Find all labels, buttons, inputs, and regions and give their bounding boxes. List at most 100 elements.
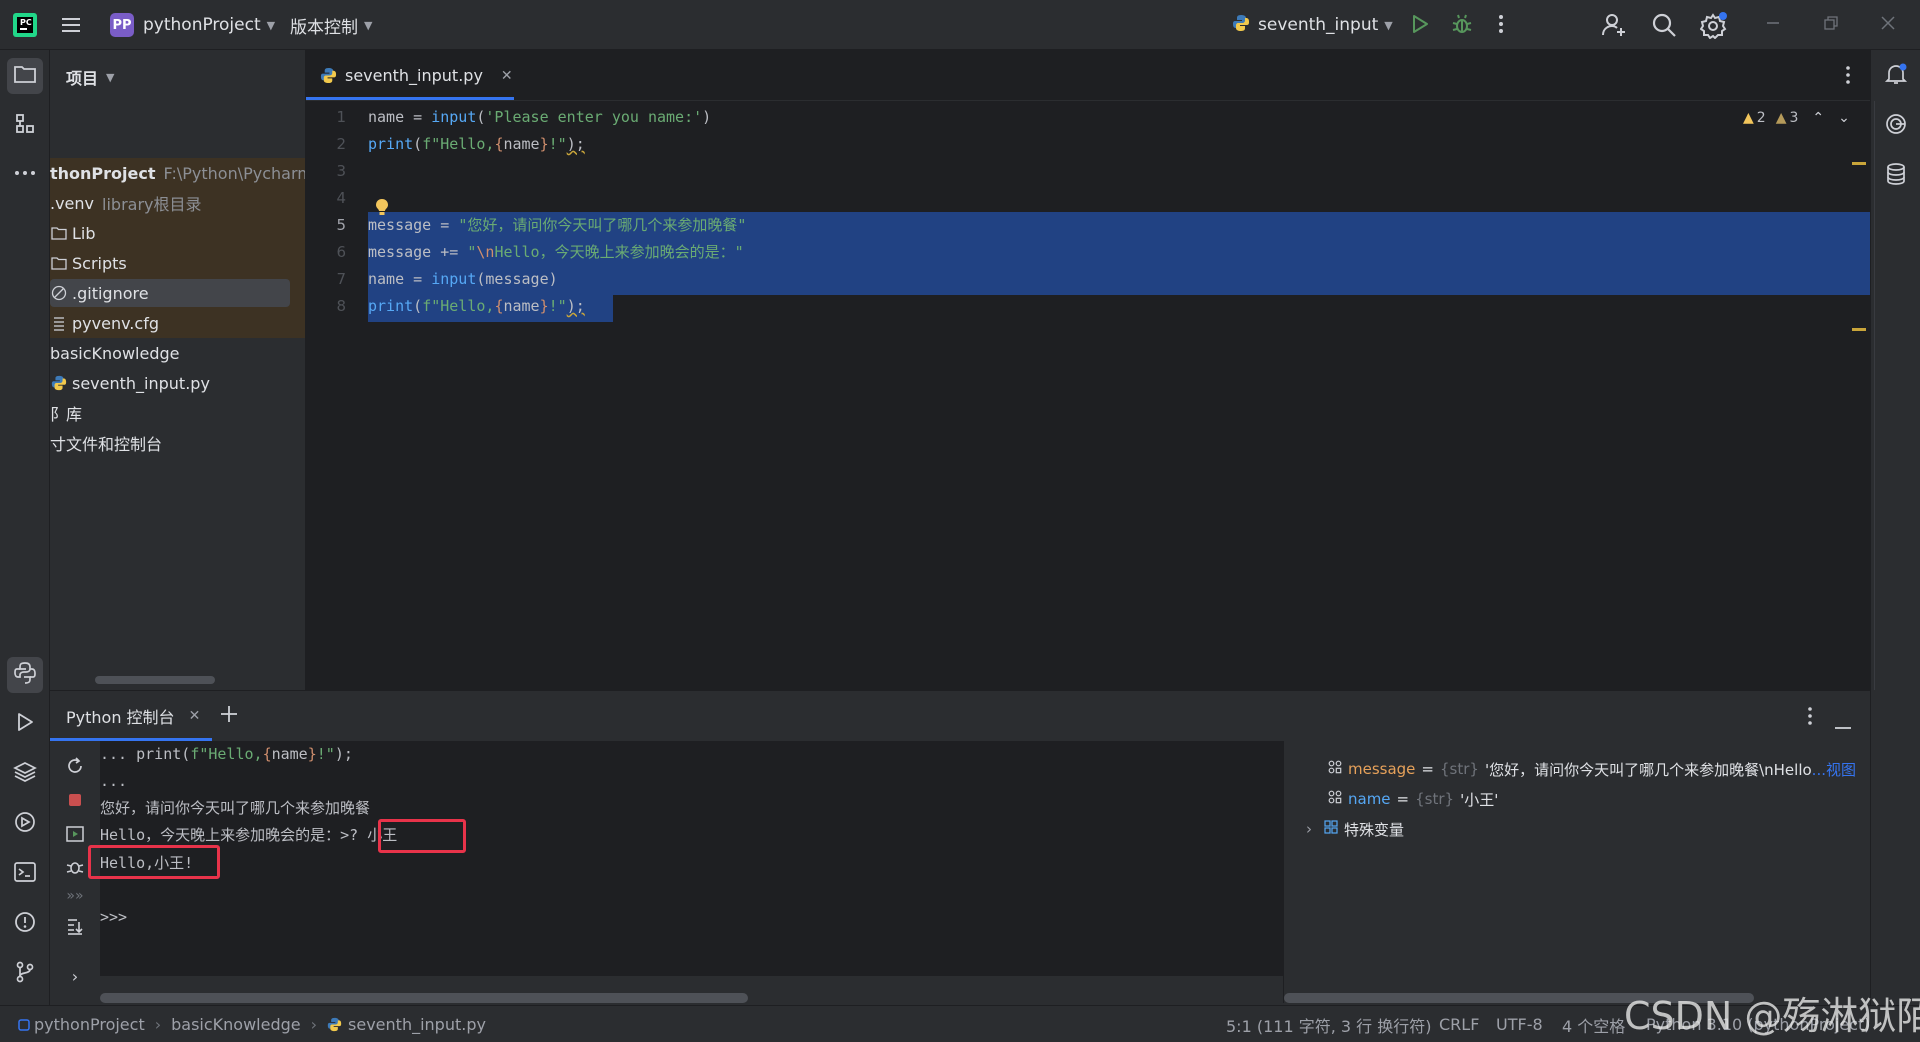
code-line-2: print(f"Hello,{name}!"); bbox=[368, 135, 585, 153]
tree-item-gitignore[interactable]: .gitignore bbox=[50, 278, 305, 308]
scrollbar-thumb[interactable] bbox=[100, 993, 748, 1003]
breadcrumb-item[interactable]: seventh_input.py bbox=[348, 1015, 486, 1034]
python-console-icon bbox=[13, 661, 37, 689]
tree-item-path: F:\Python\PycharmP bbox=[163, 163, 306, 183]
services-tool-button[interactable] bbox=[7, 806, 43, 842]
code-area[interactable]: name = input('Please enter you name:') p… bbox=[368, 101, 1870, 690]
console-options-icon[interactable] bbox=[1805, 705, 1815, 731]
more-actions-icon[interactable] bbox=[1496, 12, 1506, 36]
notifications-button[interactable] bbox=[1878, 58, 1914, 94]
console-tab-bar: Python 控制台 ✕ bbox=[50, 691, 1870, 741]
variable-icon bbox=[1328, 790, 1342, 808]
inspection-widget[interactable]: ▲ 2 ▲ 3 ⌃ ⌄ bbox=[1743, 110, 1850, 126]
caret-position[interactable]: 5:1 (111 字符, 3 行 换行符) bbox=[1226, 1006, 1431, 1042]
tree-item-venv[interactable]: .venv library根目录 bbox=[50, 188, 305, 218]
expand-chevron-icon[interactable]: › bbox=[62, 963, 88, 989]
ai-assistant-icon bbox=[1884, 112, 1908, 140]
console-output[interactable]: ... print(f"Hello,{name}!"); ... 您好，请问你今… bbox=[88, 741, 1324, 976]
indent-setting[interactable]: 4 个空格 bbox=[1562, 1006, 1625, 1042]
close-icon[interactable]: ✕ bbox=[501, 68, 513, 84]
structure-tool-button[interactable] bbox=[7, 108, 43, 144]
console-prompt: >>> bbox=[100, 908, 137, 926]
next-highlight-icon[interactable]: ⌄ bbox=[1838, 110, 1850, 126]
command-history-icon[interactable]: »» bbox=[62, 883, 88, 909]
warning-stripe-marker[interactable] bbox=[1852, 328, 1866, 331]
tree-item-seventh-input[interactable]: seventh_input.py bbox=[50, 368, 305, 398]
project-tool-button[interactable] bbox=[7, 58, 43, 94]
file-encoding[interactable]: UTF-8 bbox=[1496, 1006, 1543, 1042]
database-icon bbox=[1885, 162, 1907, 190]
database-button[interactable] bbox=[1878, 158, 1914, 194]
tree-item-label: basicKnowledge bbox=[50, 343, 180, 363]
python-file-icon bbox=[50, 374, 68, 392]
line-number: 7 bbox=[336, 270, 346, 288]
vcs-menu[interactable]: 版本控制 ▼ bbox=[290, 12, 372, 38]
tree-item-lib[interactable]: Lib bbox=[50, 218, 305, 248]
variable-eq: = bbox=[1396, 790, 1410, 808]
close-icon[interactable]: ✕ bbox=[189, 708, 201, 724]
tree-item-scripts[interactable]: Scripts bbox=[50, 248, 305, 278]
python-file-icon bbox=[320, 67, 337, 84]
project-name: pythonProject bbox=[143, 15, 261, 35]
right-tool-strip bbox=[1870, 50, 1920, 1005]
add-user-icon[interactable] bbox=[1601, 12, 1627, 38]
main-menu-icon[interactable] bbox=[60, 14, 82, 36]
project-panel: 项目 ▼ thonProject F:\Python\PycharmP .ven… bbox=[50, 50, 306, 690]
minimize-window-icon[interactable] bbox=[1765, 15, 1781, 31]
view-value-link[interactable]: ...视图 bbox=[1812, 759, 1856, 780]
variable-row-message[interactable]: message = {str} '您好，请问你今天叫了哪几个来参加晚餐\nHel… bbox=[1328, 754, 1856, 784]
run-tool-button[interactable] bbox=[7, 706, 43, 742]
run-config-selector[interactable]: seventh_input ▼ bbox=[1232, 12, 1393, 38]
hide-panel-icon[interactable] bbox=[1834, 715, 1852, 734]
project-panel-header[interactable]: 项目 ▼ bbox=[66, 62, 114, 92]
close-window-icon[interactable] bbox=[1880, 15, 1896, 31]
editor-more-icon[interactable] bbox=[1843, 64, 1853, 90]
restore-window-icon[interactable] bbox=[1823, 15, 1839, 31]
chevron-down-icon: ▼ bbox=[364, 18, 373, 32]
settings-gear-icon[interactable] bbox=[1700, 11, 1728, 39]
ai-assistant-button[interactable] bbox=[1878, 108, 1914, 144]
python-packages-tool-button[interactable] bbox=[7, 756, 43, 792]
problems-tool-button[interactable] bbox=[7, 906, 43, 942]
pycharm-logo[interactable]: PC bbox=[12, 12, 38, 38]
tab-label: Python 控制台 bbox=[66, 708, 175, 727]
line-number-gutter: 1 2 3 4 5 6 7 8 bbox=[306, 101, 368, 690]
terminal-tool-button[interactable] bbox=[7, 856, 43, 892]
breadcrumb-item[interactable]: basicKnowledge bbox=[171, 1015, 301, 1034]
execute-icon[interactable] bbox=[62, 821, 88, 847]
tree-item-scratches[interactable]: 寸文件和控制台 bbox=[50, 428, 305, 458]
previous-highlight-icon[interactable]: ⌃ bbox=[1812, 110, 1824, 126]
stop-icon[interactable] bbox=[62, 787, 88, 813]
warning-stripe-marker[interactable] bbox=[1852, 162, 1866, 165]
more-tools-button[interactable] bbox=[7, 154, 43, 190]
breadcrumb-item[interactable]: pythonProject bbox=[34, 1015, 145, 1034]
variable-row-name[interactable]: name = {str} '小王' bbox=[1328, 784, 1498, 814]
tab-seventh-input[interactable]: seventh_input.py ✕ bbox=[306, 50, 527, 101]
git-tool-button[interactable] bbox=[7, 956, 43, 992]
project-horizontal-scrollbar[interactable] bbox=[95, 676, 215, 684]
line-ending[interactable]: CRLF bbox=[1439, 1006, 1479, 1042]
add-console-icon[interactable] bbox=[218, 703, 240, 729]
search-icon[interactable] bbox=[1651, 12, 1677, 38]
console-horizontal-scrollbar[interactable] bbox=[100, 993, 1324, 1003]
variable-row-special[interactable]: › 特殊变量 bbox=[1306, 814, 1404, 844]
code-line-7: name = input(message) bbox=[368, 270, 558, 288]
config-file-icon bbox=[50, 314, 68, 332]
weak-warning-count: 3 bbox=[1789, 110, 1799, 126]
debug-button[interactable] bbox=[1450, 12, 1474, 36]
rerun-icon[interactable] bbox=[62, 753, 88, 779]
chevron-right-icon: › bbox=[310, 1015, 318, 1034]
project-switcher[interactable]: PP pythonProject ▼ bbox=[110, 12, 275, 38]
tree-item-external-libraries[interactable]: 阝库 bbox=[50, 398, 305, 428]
tree-item-project-root[interactable]: thonProject F:\Python\PycharmP bbox=[50, 158, 306, 188]
code-editor: seventh_input.py ✕ 1 2 3 4 5 6 7 8 name … bbox=[306, 50, 1875, 690]
tree-item-basic-knowledge[interactable]: basicKnowledge bbox=[50, 338, 305, 368]
chevron-down-icon: ▼ bbox=[1384, 18, 1393, 32]
run-button[interactable] bbox=[1409, 13, 1431, 35]
chevron-right-icon[interactable]: › bbox=[1306, 820, 1312, 838]
python-console-tool-button[interactable] bbox=[7, 657, 43, 693]
scroll-to-end-icon[interactable] bbox=[62, 913, 88, 939]
debug-console-icon[interactable] bbox=[62, 853, 88, 879]
tab-python-console[interactable]: Python 控制台 ✕ bbox=[66, 691, 200, 741]
tree-item-pyvenv-cfg[interactable]: pyvenv.cfg bbox=[50, 308, 305, 338]
